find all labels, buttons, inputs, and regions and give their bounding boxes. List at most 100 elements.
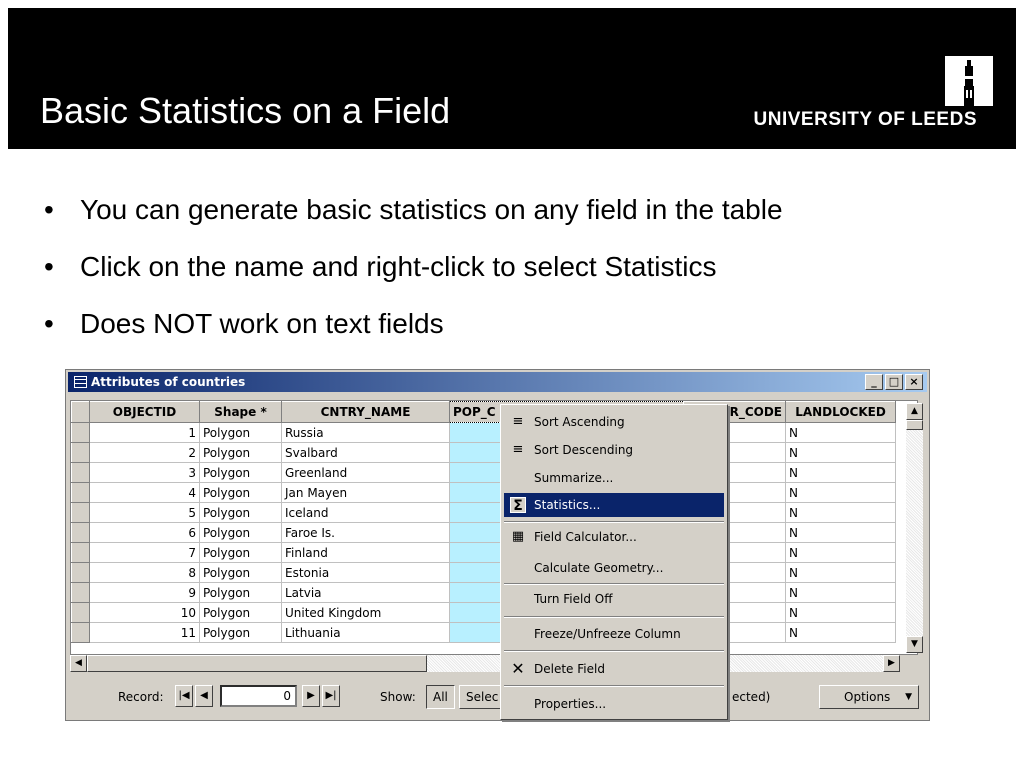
menu-item-delete-field[interactable]: ✕ Delete Field [504,657,724,681]
menu-separator [504,616,724,618]
cell-shape: Polygon [199,562,282,583]
menu-item-turn-field-off[interactable]: Turn Field Off [504,587,724,611]
menu-item-field-calculator[interactable]: ▦ Field Calculator... [504,525,724,549]
cell-cntry-name: Latvia [281,582,450,603]
show-all-button[interactable]: All [426,685,455,709]
cell-shape: Polygon [199,522,282,543]
table-row[interactable]: 2 Polygon Svalbard N [71,442,896,463]
sigma-icon: Σ [510,497,526,514]
row-selector[interactable] [71,582,90,603]
bullet-marker: • [44,194,54,225]
cell-landlocked: N [785,582,896,603]
row-selector[interactable] [71,522,90,543]
slide-header: Basic Statistics on a Field UNIVERSITY O… [8,8,1016,149]
cell-shape: Polygon [199,602,282,623]
cell-cntry-name: Iceland [281,502,450,523]
column-header-landlocked[interactable]: LANDLOCKED [785,401,896,423]
table-row[interactable]: 4 Polygon Jan Mayen N [71,482,896,503]
table-row[interactable]: 9PolygonLatvia2N [71,582,896,603]
show-label: Show: [380,690,416,704]
menu-item-properties[interactable]: Properties... [504,692,724,716]
cell-shape: Polygon [199,622,282,643]
row-selector[interactable] [71,462,90,483]
menu-separator [504,521,724,523]
cell-cntry-name: Faroe Is. [281,522,450,543]
cell-cntry-name: Greenland [281,462,450,483]
table-row[interactable]: 5 Polygon Iceland N [71,502,896,523]
column-header-cntry-name[interactable]: CNTRY_NAME [281,401,450,423]
cell-landlocked: N [785,542,896,563]
vertical-scrollbar[interactable]: ▲ ▼ [906,403,923,653]
menu-separator [504,583,724,585]
table-row[interactable]: 11PolygonLithuania3N [71,622,896,643]
scroll-left-button[interactable]: ◀ [70,655,87,672]
close-button[interactable]: × [905,374,923,390]
row-selector[interactable] [71,622,90,643]
cell-landlocked: N [785,622,896,643]
menu-item-calculate-geometry[interactable]: Calculate Geometry... [504,556,724,580]
table-row[interactable]: 6 Polygon Faroe Is. N [71,522,896,543]
cell-objectid: 11 [89,622,200,643]
menu-item-statistics[interactable]: Σ Statistics... [504,493,724,517]
cell-landlocked: N [785,482,896,503]
menu-separator [504,650,724,652]
context-menu: ≡ Sort Ascending ≡ Sort Descending Summari… [500,404,728,720]
scroll-thumb[interactable] [906,420,923,430]
cell-objectid: 8 [89,562,200,583]
row-selector[interactable] [71,602,90,623]
row-selector-header[interactable] [71,401,90,423]
first-record-button[interactable]: |◀ [175,685,193,707]
table-row[interactable]: 10PolygonUnited Kingdom56N [71,602,896,623]
cell-cntry-name: Russia [281,422,450,443]
cell-objectid: 3 [89,462,200,483]
row-selector[interactable] [71,442,90,463]
column-header-shape[interactable]: Shape * [199,401,282,423]
row-selector[interactable] [71,502,90,523]
attributes-window: Attributes of countries _ □ × OBJECTID S… [65,369,930,721]
menu-item-sort-descending[interactable]: ≡ Sort Descending [504,438,724,462]
bullet-item: • Click on the name and right-click to se… [44,247,783,304]
table-row[interactable]: 7PolygonFinland5N [71,542,896,563]
record-label: Record: [118,690,164,704]
record-number-input[interactable]: 0 [220,685,297,707]
bullet-marker: • [44,308,54,339]
row-selector[interactable] [71,482,90,503]
scroll-up-button[interactable]: ▲ [906,403,923,420]
row-selector[interactable] [71,542,90,563]
previous-record-button[interactable]: ◀ [195,685,213,707]
cell-shape: Polygon [199,422,282,443]
cell-cntry-name: United Kingdom [281,602,450,623]
scroll-right-button[interactable]: ▶ [883,655,900,672]
cell-objectid: 7 [89,542,200,563]
column-header-objectid[interactable]: OBJECTID [89,401,200,423]
cell-objectid: 4 [89,482,200,503]
records-count-text: ected) [732,690,771,704]
maximize-button[interactable]: □ [885,374,903,390]
row-selector[interactable] [71,422,90,443]
table-row[interactable]: 8PolygonEstonia1N [71,562,896,583]
row-selector[interactable] [71,562,90,583]
record-navigation-bar: Record: |◀ ◀ 0 ▶ ▶| Show: All Selec ecte… [70,677,925,715]
cell-shape: Polygon [199,442,282,463]
next-record-button[interactable]: ▶ [302,685,320,707]
window-titlebar[interactable]: Attributes of countries _ □ × [68,372,927,392]
cell-landlocked: N [785,602,896,623]
table-row[interactable]: 1PolygonRussia151N [71,422,896,443]
bullet-item: • You can generate basic statistics on an… [44,190,783,247]
menu-item-freeze-column[interactable]: Freeze/Unfreeze Column [504,622,724,646]
horizontal-scroll-thumb[interactable] [87,655,427,672]
horizontal-scrollbar[interactable]: ◀ ▶ [70,655,900,672]
university-tower-logo-icon [945,56,993,106]
last-record-button[interactable]: ▶| [322,685,340,707]
minimize-button[interactable]: _ [865,374,883,390]
table-row[interactable]: 3 Polygon Greenland N [71,462,896,483]
menu-item-summarize[interactable]: Summarize... [504,466,724,490]
cell-objectid: 9 [89,582,200,603]
scroll-down-button[interactable]: ▼ [906,636,923,653]
menu-item-sort-ascending[interactable]: ≡ Sort Ascending [504,410,724,434]
window-title: Attributes of countries [91,375,246,389]
options-button[interactable]: Options ▼ [819,685,919,709]
calculator-icon: ▦ [511,529,525,544]
cell-cntry-name: Lithuania [281,622,450,643]
cell-shape: Polygon [199,482,282,503]
